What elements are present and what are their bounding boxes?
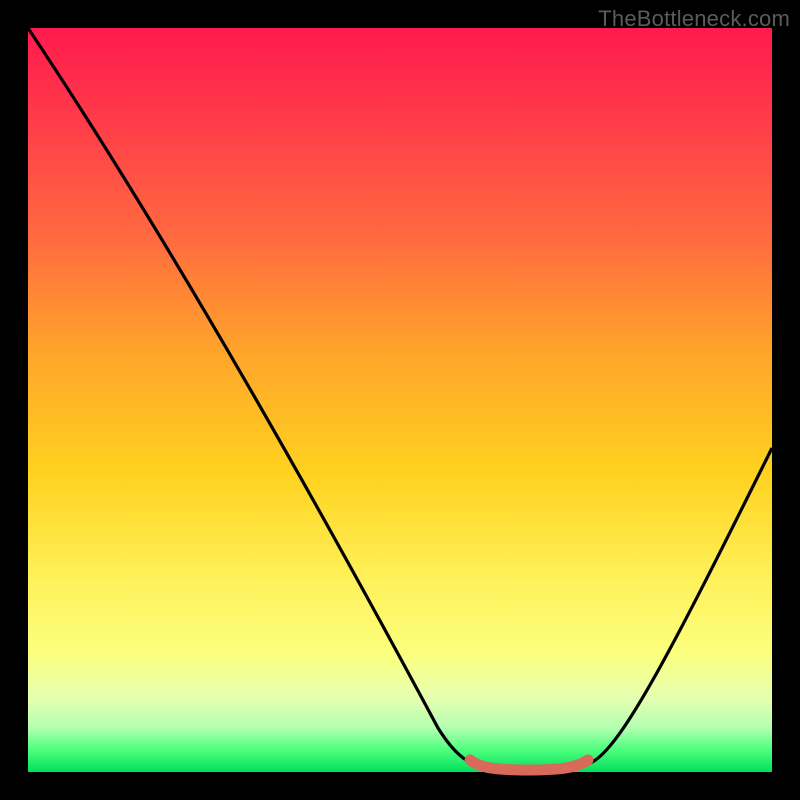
bottleneck-curve [28, 28, 772, 768]
sweet-spot-marker [470, 760, 588, 770]
curve-layer [28, 28, 772, 772]
chart-frame: TheBottleneck.com [0, 0, 800, 800]
plot-area [28, 28, 772, 772]
